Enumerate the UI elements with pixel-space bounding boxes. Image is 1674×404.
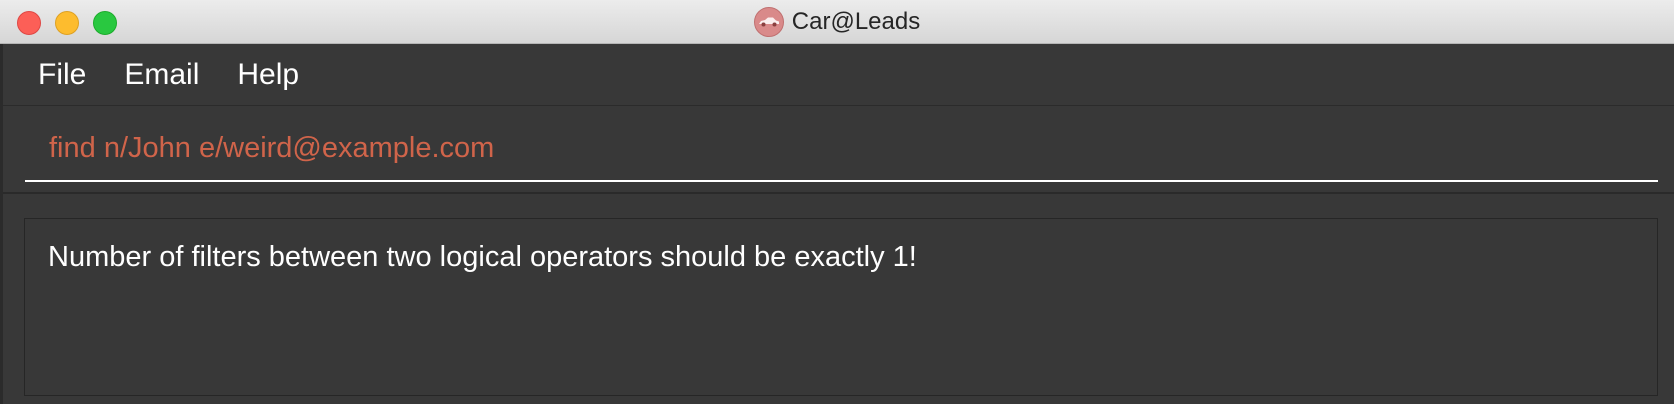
window-left-border (0, 44, 3, 404)
window-title-group: Car@Leads (0, 0, 1674, 44)
car-icon (753, 7, 784, 37)
menu-email[interactable]: Email (105, 44, 218, 106)
command-input[interactable] (25, 124, 1658, 182)
menu-bar: File Email Help (0, 44, 1674, 106)
result-message: Number of filters between two logical op… (48, 241, 917, 273)
menu-file[interactable]: File (19, 44, 105, 106)
menu-help[interactable]: Help (218, 44, 318, 106)
title-bar[interactable]: Car@Leads (0, 0, 1674, 44)
app-window: Car@Leads File Email Help Number of filt… (0, 0, 1674, 404)
window-title: Car@Leads (791, 8, 921, 35)
result-display[interactable]: Number of filters between two logical op… (24, 218, 1658, 396)
command-box-area (0, 106, 1674, 194)
